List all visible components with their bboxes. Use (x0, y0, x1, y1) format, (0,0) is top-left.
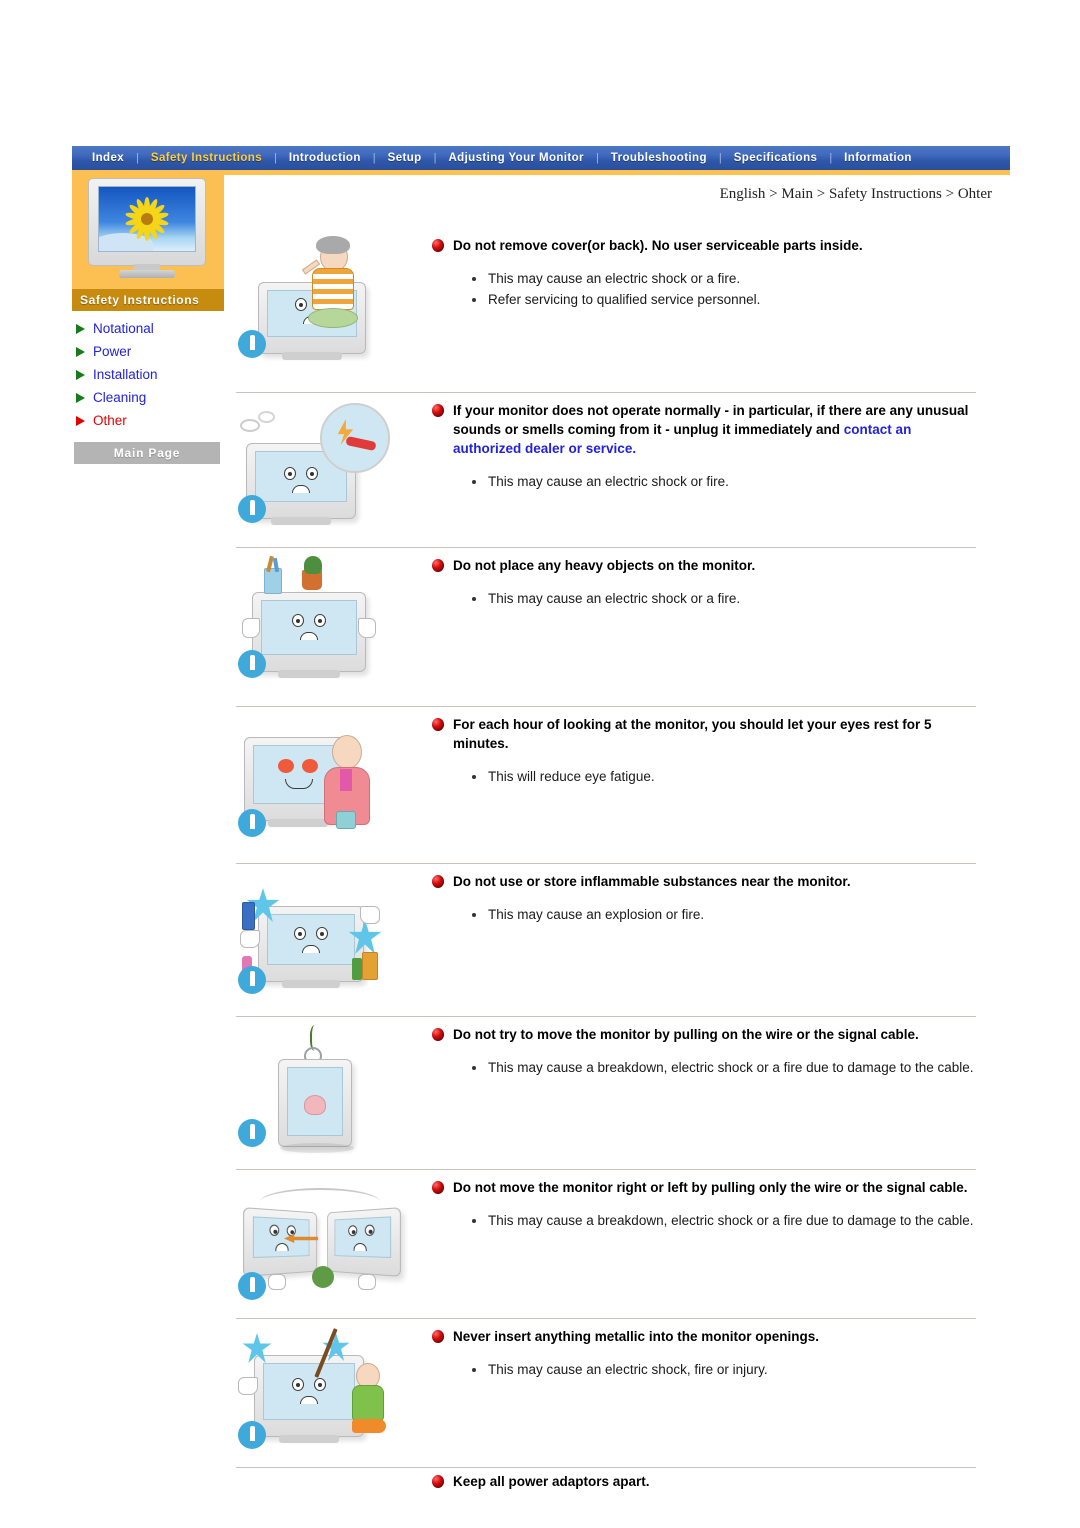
arrow-right-icon (76, 323, 85, 334)
safety-section: Do not move the monitor right or left by… (236, 1170, 976, 1319)
sidebar-item-installation[interactable]: Installation (76, 363, 224, 386)
top-navigation: Index | Safety Instructions | Introducti… (72, 146, 1010, 175)
sidebar-banner: Safety Instructions (72, 170, 224, 311)
red-bullet-icon (432, 875, 444, 888)
crt-monitor-sunflower-icon (88, 178, 206, 278)
nav-item-troubleshooting[interactable]: Troubleshooting (599, 146, 719, 170)
sidebar-item-other[interactable]: Other (76, 409, 224, 432)
warning-exclamation-icon (238, 1119, 266, 1147)
section-bullet-list: This may cause an explosion or fire. (472, 905, 976, 924)
red-bullet-icon (432, 1330, 444, 1343)
sidebar-banner-label: Safety Instructions (72, 289, 224, 311)
sidebar-item-cleaning[interactable]: Cleaning (76, 386, 224, 409)
section-bullet-list: This may cause an electric shock or a fi… (472, 269, 976, 309)
warning-exclamation-icon (238, 650, 266, 678)
monitor-dragged-sideways-icon (236, 1178, 414, 1304)
safety-section: Do not use or store inflammable substanc… (236, 864, 976, 1017)
warning-exclamation-icon (238, 495, 266, 523)
section-bullet: This will reduce eye fatigue. (472, 767, 976, 786)
section-bullet-list: This may cause an electric shock or a fi… (472, 589, 976, 608)
nav-item-introduction[interactable]: Introduction (277, 146, 373, 170)
warning-exclamation-icon (238, 809, 266, 837)
warning-exclamation-icon (238, 1421, 266, 1449)
section-heading: Keep all power adaptors apart. (453, 1474, 650, 1489)
section-bullet: This may cause an electric shock or a fi… (472, 589, 976, 608)
section-bullet-list: This may cause an electric shock or fire… (472, 472, 976, 491)
safety-section: Do not try to move the monitor by pullin… (236, 1017, 976, 1170)
red-bullet-icon (432, 718, 444, 731)
sidebar-links: Notational Power Installation Cleaning O… (72, 317, 224, 432)
sidebar-item-label: Notational (93, 321, 154, 336)
red-bullet-icon (432, 1475, 444, 1488)
nav-item-index[interactable]: Index (80, 146, 136, 170)
section-heading: Do not remove cover(or back). No user se… (453, 238, 863, 253)
red-bullet-icon (432, 559, 444, 572)
nav-item-safety-instructions[interactable]: Safety Instructions (139, 146, 274, 170)
red-bullet-icon (432, 1028, 444, 1041)
section-bullet: This may cause an electric shock or a fi… (472, 269, 976, 288)
arrow-right-icon (76, 392, 85, 403)
sidebar-item-notational[interactable]: Notational (76, 317, 224, 340)
metal-object-in-monitor-icon (236, 1327, 414, 1453)
safety-section: For each hour of looking at the monitor,… (236, 707, 976, 864)
nav-item-specifications[interactable]: Specifications (722, 146, 830, 170)
section-bullet: Refer servicing to qualified service per… (472, 290, 976, 309)
red-bullet-icon (432, 1181, 444, 1194)
sidebar-item-power[interactable]: Power (76, 340, 224, 363)
woman-resting-eyes-icon (236, 715, 414, 841)
heavy-objects-on-monitor-icon (236, 555, 414, 682)
section-heading: Do not use or store inflammable substanc… (453, 874, 851, 889)
section-bullet-list: This will reduce eye fatigue. (472, 767, 976, 786)
section-heading: Never insert anything metallic into the … (453, 1329, 820, 1344)
safety-section: Never insert anything metallic into the … (236, 1319, 976, 1468)
technician-opening-monitor-icon (236, 236, 414, 362)
sidebar-item-label: Installation (93, 367, 158, 382)
section-heading: For each hour of looking at the monitor,… (453, 717, 932, 751)
main-page-button[interactable]: Main Page (74, 442, 220, 464)
section-heading: Do not move the monitor right or left by… (453, 1180, 968, 1195)
safety-section: Do not place any heavy objects on the mo… (236, 548, 976, 707)
nav-item-adjusting-your-monitor[interactable]: Adjusting Your Monitor (436, 146, 596, 170)
inflammable-substances-icon (236, 872, 414, 998)
arrow-right-icon (76, 415, 85, 426)
smoking-monitor-unplug-icon (236, 401, 414, 527)
sidebar-item-label: Power (93, 344, 132, 359)
nav-item-setup[interactable]: Setup (376, 146, 434, 170)
safety-section: Do not remove cover(or back). No user se… (236, 228, 976, 393)
section-bullet-list: This may cause an electric shock, fire o… (472, 1360, 976, 1379)
warning-exclamation-icon (238, 1272, 266, 1300)
safety-section: Keep all power adaptors apart. (236, 1468, 976, 1516)
sidebar-item-label: Other (93, 413, 127, 428)
warning-exclamation-icon (238, 966, 266, 994)
breadcrumb: English > Main > Safety Instructions > O… (719, 186, 992, 202)
section-bullet: This may cause a breakdown, electric sho… (472, 1058, 976, 1077)
arrow-right-icon (76, 369, 85, 380)
safety-instructions-content: Do not remove cover(or back). No user se… (236, 228, 976, 1516)
nav-item-information[interactable]: Information (832, 146, 924, 170)
red-bullet-icon (432, 239, 444, 252)
navigation-bar: Index | Safety Instructions | Introducti… (72, 146, 1010, 170)
section-heading: If your monitor does not operate normall… (453, 401, 976, 458)
sidebar-item-label: Cleaning (93, 390, 147, 405)
sidebar: Safety Instructions Notational Power Ins… (72, 170, 224, 464)
section-bullet-list: This may cause a breakdown, electric sho… (472, 1058, 976, 1077)
section-bullet: This may cause a breakdown, electric sho… (472, 1211, 976, 1230)
section-bullet: This may cause an electric shock, fire o… (472, 1360, 976, 1379)
section-bullet-list: This may cause a breakdown, electric sho… (472, 1211, 976, 1230)
arrow-right-icon (76, 346, 85, 357)
section-heading: Do not place any heavy objects on the mo… (453, 558, 756, 573)
red-bullet-icon (432, 404, 444, 417)
section-heading: Do not try to move the monitor by pullin… (453, 1027, 919, 1042)
safety-section: If your monitor does not operate normall… (236, 393, 976, 548)
monitor-hanging-by-cable-icon (236, 1025, 414, 1153)
section-bullet: This may cause an electric shock or fire… (472, 472, 976, 491)
section-bullet: This may cause an explosion or fire. (472, 905, 976, 924)
warning-exclamation-icon (238, 330, 266, 358)
